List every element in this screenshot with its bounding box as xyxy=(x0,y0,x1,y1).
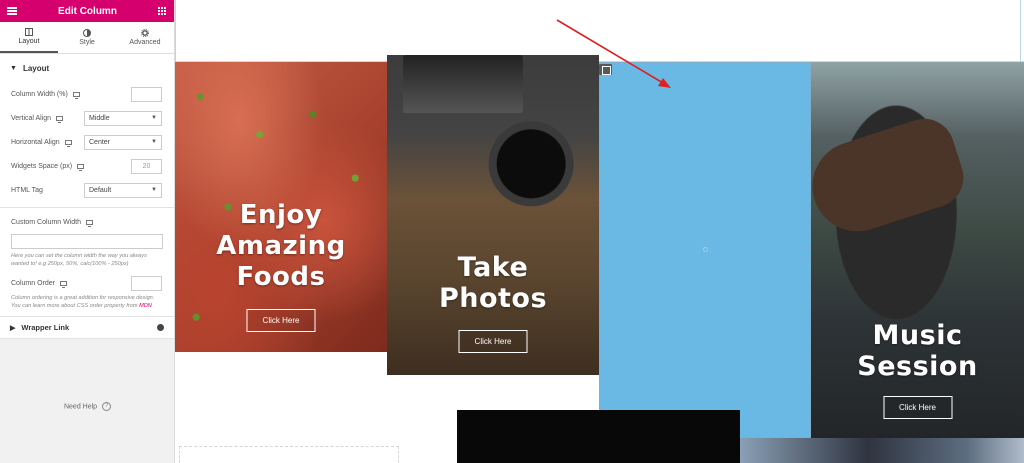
music-click-here-button[interactable]: Click Here xyxy=(883,396,952,419)
panel-header: Edit Column xyxy=(0,0,174,22)
dark-image-block[interactable] xyxy=(457,410,740,463)
half-circle-icon xyxy=(83,29,91,37)
drop-target-icon xyxy=(703,247,708,252)
photos-click-here-button[interactable]: Click Here xyxy=(458,330,528,353)
desktop-icon[interactable] xyxy=(77,163,85,171)
horizontal-align-select[interactable]: Center ▼ xyxy=(84,134,162,150)
section-guide-left xyxy=(175,0,176,62)
need-help-link[interactable]: Need Help ? xyxy=(0,402,174,411)
column-width-label: Column Width (%) xyxy=(11,90,68,98)
music-title-line-1: Music xyxy=(872,320,963,351)
food-click-here-button[interactable]: Click Here xyxy=(246,309,316,332)
tab-advanced-label: Advanced xyxy=(129,39,161,46)
wrapper-link-header: ▶ Wrapper Link xyxy=(10,323,69,332)
desktop-icon[interactable] xyxy=(56,115,64,123)
layout-section-title: Layout xyxy=(22,63,50,73)
photos-card-title: Take Photos xyxy=(387,252,599,314)
column-order-help: Column ordering is a great addition for … xyxy=(0,295,174,310)
column-order-help-text: Column ordering is a great addition for … xyxy=(11,295,155,309)
empty-section[interactable] xyxy=(175,0,1024,62)
wrapper-link-section[interactable]: ▶ Wrapper Link xyxy=(0,317,174,340)
next-section-placeholder[interactable] xyxy=(179,446,399,463)
food-title-line-2: Amazing xyxy=(216,231,346,261)
custom-column-width-control: Custom Column Width xyxy=(0,212,174,232)
custom-column-width-label: Custom Column Width xyxy=(11,218,82,226)
panel-title: Edit Column xyxy=(58,5,117,17)
editor-canvas: Enjoy Amazing Foods Click Here Take Phot… xyxy=(175,0,1024,463)
columns-icon xyxy=(25,28,33,36)
widgets-grid-icon[interactable] xyxy=(157,6,167,16)
column-width-control: Column Width (%) xyxy=(0,82,174,106)
photos-card[interactable]: Take Photos Click Here xyxy=(387,55,599,375)
column-order-input[interactable] xyxy=(131,275,162,291)
chevron-down-icon: ▼ xyxy=(151,187,157,193)
html-tag-control: HTML Tag Default ▼ xyxy=(0,178,174,202)
panel-tabs: Layout Style Advanced xyxy=(0,22,174,54)
html-tag-select[interactable]: Default ▼ xyxy=(84,182,162,198)
horizontal-align-value: Center xyxy=(89,138,111,146)
horizontal-align-label: Horizontal Align xyxy=(11,138,60,146)
desktop-icon[interactable] xyxy=(72,91,80,99)
caret-right-icon: ▶ xyxy=(10,324,16,332)
horizontal-align-control: Horizontal Align Center ▼ xyxy=(0,130,174,154)
tab-layout[interactable]: Layout xyxy=(0,22,58,53)
music-card-title: Music Session xyxy=(811,320,1024,382)
column-order-control: Column Order xyxy=(0,271,174,295)
bottom-image-block[interactable] xyxy=(740,438,1024,463)
html-tag-label: HTML Tag xyxy=(11,186,43,194)
question-icon: ? xyxy=(102,402,112,411)
caret-down-icon: ▼ xyxy=(10,64,17,72)
vertical-align-control: Vertical Align Middle ▼ xyxy=(0,106,174,130)
custom-column-width-input[interactable] xyxy=(11,234,163,249)
chevron-down-icon: ▼ xyxy=(151,139,157,145)
food-card[interactable]: Enjoy Amazing Foods Click Here xyxy=(175,62,387,352)
desktop-icon[interactable] xyxy=(59,280,67,288)
widgets-space-label: Widgets Space (px) xyxy=(11,162,73,170)
tab-layout-label: Layout xyxy=(18,38,40,45)
food-title-line-1: Enjoy xyxy=(239,200,323,230)
column-edit-handle-icon[interactable] xyxy=(599,64,612,75)
desktop-icon[interactable] xyxy=(86,219,94,227)
music-title-line-2: Session xyxy=(857,351,978,382)
editor-app: Edit Column Layout Style Advanced ▼ Layo… xyxy=(0,0,1024,463)
mdn-link[interactable]: MDN xyxy=(139,303,152,309)
custom-column-width-help: Here you can set the column width the wa… xyxy=(11,253,147,267)
widgets-space-input[interactable]: 20 xyxy=(131,158,162,174)
chevron-down-icon: ▼ xyxy=(151,115,157,121)
need-help-label: Need Help xyxy=(63,403,98,411)
column-order-label: Column Order xyxy=(11,279,55,287)
desktop-icon[interactable] xyxy=(64,139,72,147)
html-tag-value: Default xyxy=(89,186,112,194)
photos-title-line-1: Take xyxy=(457,252,529,283)
pro-badge-icon xyxy=(157,324,164,332)
layout-section-header[interactable]: ▼ Layout xyxy=(0,54,174,82)
wrapper-link-title: Wrapper Link xyxy=(21,323,70,333)
vertical-align-value: Middle xyxy=(89,114,110,122)
widgets-space-control: Widgets Space (px) 20 xyxy=(0,154,174,178)
divider xyxy=(0,202,174,208)
edit-panel: Edit Column Layout Style Advanced ▼ Layo… xyxy=(0,0,175,463)
section-guide-right xyxy=(1020,0,1021,62)
column-width-input[interactable] xyxy=(131,86,162,102)
tab-style[interactable]: Style xyxy=(58,22,116,53)
gear-icon xyxy=(141,29,149,37)
vertical-align-label: Vertical Align xyxy=(11,114,52,122)
tab-style-label: Style xyxy=(79,39,95,46)
photos-title-line-2: Photos xyxy=(438,283,548,314)
hamburger-menu-icon[interactable] xyxy=(7,7,17,15)
layout-section: ▼ Layout Column Width (%) Vertical Align… xyxy=(0,54,174,318)
music-card[interactable]: Music Session Click Here xyxy=(811,62,1024,438)
food-title-line-3: Foods xyxy=(236,262,326,292)
food-card-title: Enjoy Amazing Foods xyxy=(175,200,387,293)
tab-advanced[interactable]: Advanced xyxy=(116,22,174,53)
vertical-align-select[interactable]: Middle ▼ xyxy=(84,110,162,126)
